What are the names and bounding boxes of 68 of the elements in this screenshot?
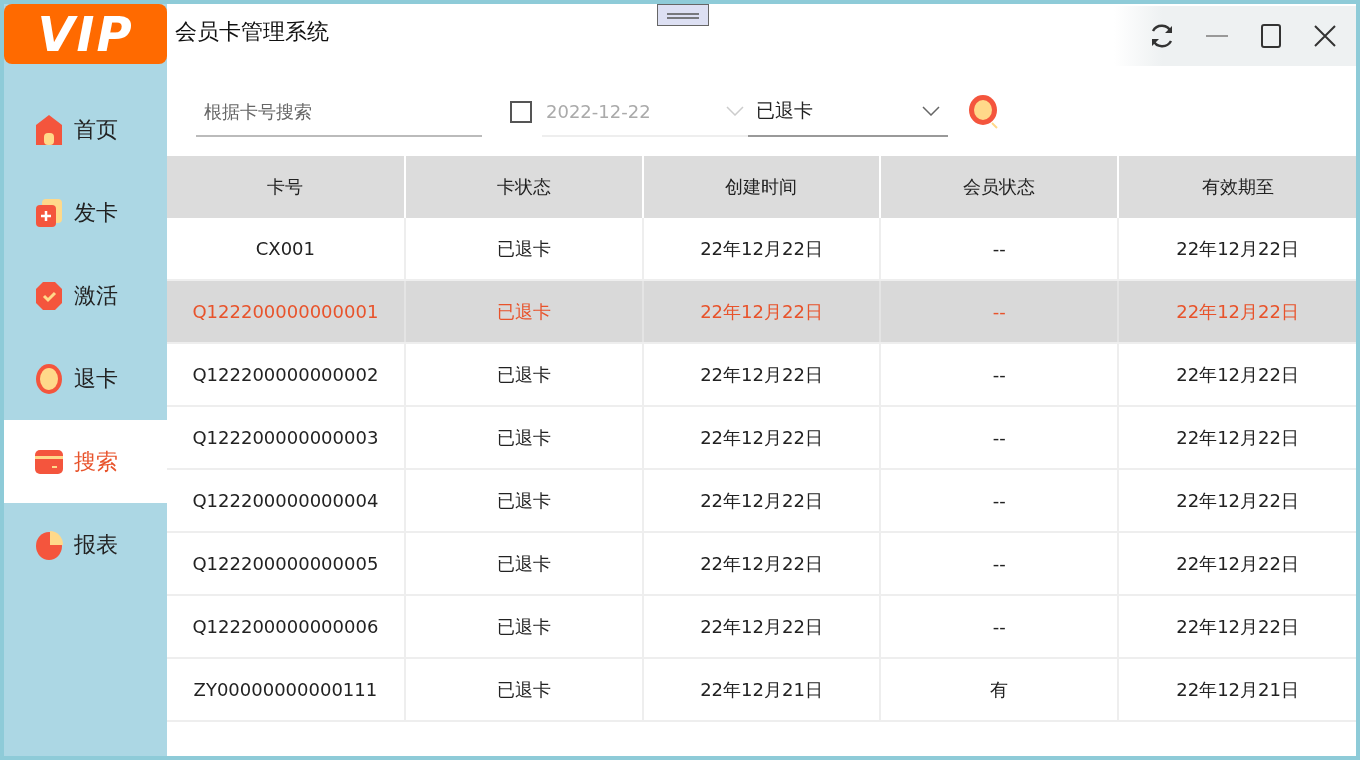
caret-icon [726,106,744,116]
sidebar-item[interactable]: 首页 [4,88,167,171]
sidebar-item[interactable]: 激活 [4,254,167,337]
table-cell: 已退卡 [404,469,643,532]
table-cell: -- [880,343,1119,406]
table-row[interactable]: Q122200000000002 已退卡 22年12月22日 -- 22年12月22日 [167,343,1356,406]
table-cell: Q122200000000006 [167,595,405,658]
sidebar-item[interactable]: 报表 [4,503,167,586]
table-cell: 22年12月22日 [1118,532,1356,595]
sidebar-item[interactable]: 搜索 [4,420,167,503]
table-cell: 22年12月22日 [642,532,881,595]
column-header: 卡状态 [404,156,643,218]
table-cell: 22年12月22日 [642,595,881,658]
coin-icon [34,361,64,396]
table-cell: 已退卡 [404,658,643,721]
table-cell: 22年12月22日 [642,343,881,406]
table-cell: Q122200000000003 [167,406,405,469]
vip-logo: VIP [4,4,167,64]
table-cell: 22年12月22日 [1118,406,1356,469]
table-cell: 已退卡 [404,406,643,469]
sidebar-item[interactable]: 发卡 [4,171,167,254]
window-title: 会员卡管理系统 [174,18,330,46]
table-cell: -- [880,469,1119,532]
table-cell: -- [880,532,1119,595]
pie-chart-icon [34,528,64,561]
table-cell: 22年12月22日 [1118,343,1356,406]
table-row[interactable]: Q122200000000005 已退卡 22年12月22日 -- 22年12月22日 [167,532,1356,595]
table-cell: 22年12月22日 [1118,280,1356,343]
table-cell: 已退卡 [404,280,643,343]
drag-handle-icon[interactable] [657,4,709,26]
table-cell: 22年12月22日 [1118,595,1356,658]
table-cell: -- [880,280,1119,343]
table-cell: ZY00000000000111 [167,658,405,721]
status-dropdown[interactable]: 已退卡 [748,87,948,137]
table-cell: -- [880,595,1119,658]
maximize-icon[interactable] [1258,23,1284,49]
table-cell: 22年12月22日 [642,406,881,469]
column-header: 卡号 [167,156,405,218]
table-cell: 22年12月22日 [642,469,881,532]
table-row[interactable]: ZY00000000000111 已退卡 22年12月21日 有 22年12月21日 [167,658,1356,721]
table-cell: Q122200000000002 [167,343,405,406]
check-badge-icon [34,279,64,312]
sidebar-item[interactable]: 退卡 [4,337,167,420]
table-row[interactable]: Q122200000000006 已退卡 22年12月22日 -- 22年12月22日 [167,595,1356,658]
table-cell: 22年12月21日 [1118,658,1356,721]
table-cell: 22年12月21日 [642,658,881,721]
search-icon[interactable] [968,94,1000,130]
column-header: 有效期至 [1118,156,1356,218]
house-icon [34,112,64,147]
wallet-icon [34,448,64,475]
caret-icon [922,106,940,116]
table-cell: Q122200000000005 [167,532,405,595]
column-header: 会员状态 [880,156,1119,218]
table-cell: 已退卡 [404,343,643,406]
table-row[interactable]: Q122200000000004 已退卡 22年12月22日 -- 22年12月22日 [167,469,1356,532]
table-cell: 22年12月22日 [1118,469,1356,532]
column-header: 创建时间 [642,156,881,218]
add-card-icon [34,196,64,229]
table-cell: Q122200000000004 [167,469,405,532]
table-cell: 已退卡 [404,532,643,595]
table-cell: Q122200000000001 [167,280,405,343]
close-icon[interactable] [1312,23,1338,49]
table-cell: 有 [880,658,1119,721]
date-checkbox[interactable] [510,101,532,123]
table-cell: -- [880,406,1119,469]
table-cell: 22年12月22日 [642,280,881,343]
table-row[interactable]: Q122200000000003 已退卡 22年12月22日 -- 22年12月22日 [167,406,1356,469]
table-cell: 已退卡 [404,595,643,658]
